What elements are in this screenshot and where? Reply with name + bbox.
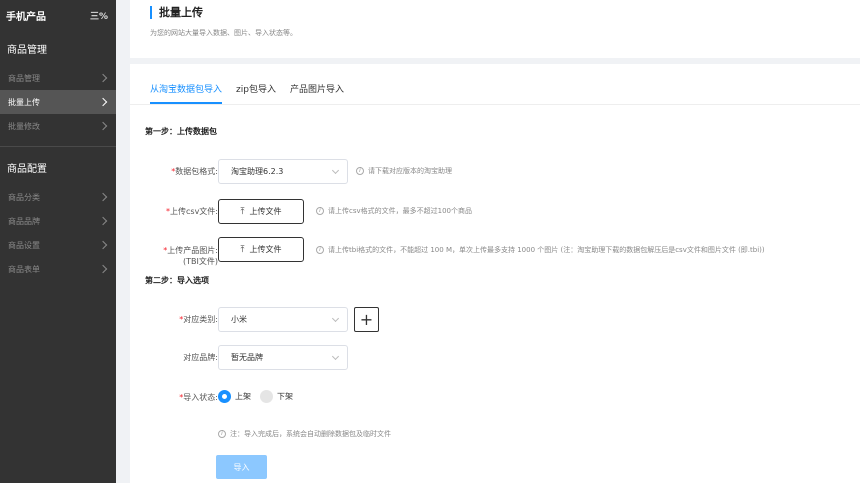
sidebar-item-label: 商品分类 — [8, 192, 40, 202]
page-title: 批量上传 — [150, 6, 203, 19]
csv-label: *上传csv文件: — [166, 207, 218, 216]
chevron-down-icon — [331, 314, 340, 323]
info-icon: i — [356, 167, 364, 175]
info-icon: i — [316, 207, 324, 215]
sidebar-item-label: 商品设置 — [8, 240, 40, 250]
chevron-right-icon — [98, 216, 108, 226]
radio-unchecked-icon — [260, 390, 273, 403]
category-label: *对应类别: — [179, 315, 218, 324]
info-icon: i — [218, 430, 226, 438]
status-radio-off[interactable]: 下架 — [260, 390, 293, 403]
tabs-divider — [130, 104, 860, 105]
category-select-value: 小米 — [231, 315, 247, 324]
sidebar-item-label: 商品表单 — [8, 264, 40, 274]
chevron-down-icon — [331, 166, 340, 175]
chevron-down-icon — [331, 352, 340, 361]
chevron-right-icon — [98, 192, 108, 202]
sidebar-item-category[interactable]: 商品分类 — [0, 185, 116, 209]
tbi-label: *上传产品图片: (TBI文件) — [163, 246, 218, 266]
brand-select-value: 暂无品牌 — [231, 353, 263, 362]
page-header: 批量上传 为您的网站大量导入数据、图片、导入状态等。 — [130, 0, 860, 58]
sidebar-item-batch-upload[interactable]: 批量上传 — [0, 90, 116, 114]
sidebar: 手机产品 三% 商品管理 商品管理 批量上传 批量修改 商品配置 商品分类 商品… — [0, 0, 116, 483]
sidebar-item-label: 批量上传 — [8, 97, 40, 107]
upload-tbi-button[interactable]: ⤒ 上传文件 — [218, 237, 304, 262]
step1-title: 第一步：上传数据包 — [145, 127, 217, 136]
sidebar-item-form[interactable]: 商品表单 — [0, 257, 116, 281]
sidebar-divider — [0, 146, 116, 147]
import-note: i 注：导入完成后，系统会自动删除数据包及临时文件 — [218, 429, 391, 439]
sidebar-item-label: 商品品牌 — [8, 216, 40, 226]
format-select[interactable]: 淘宝助理6.2.3 — [218, 159, 348, 184]
chevron-right-icon — [98, 73, 108, 83]
radio-checked-icon — [218, 390, 231, 403]
brand-label: 对应品牌: — [183, 353, 218, 362]
csv-hint: i 请上传csv格式的文件，最多不超过100个商品 — [316, 206, 472, 216]
main-panel: 从淘宝数据包导入 zip包导入 产品图片导入 第一步：上传数据包 *数据包格式:… — [130, 64, 860, 483]
status-label: *导入状态: — [179, 393, 218, 402]
sidebar-group-goods-management: 商品管理 — [7, 44, 47, 56]
brand-select[interactable]: 暂无品牌 — [218, 345, 348, 370]
add-category-button[interactable]: + — [354, 307, 379, 332]
tab-bar: 从淘宝数据包导入 zip包导入 产品图片导入 — [150, 72, 344, 104]
upload-icon: ⤒ — [240, 244, 245, 255]
sidebar-item-batch-edit[interactable]: 批量修改 — [0, 114, 116, 138]
format-select-value: 淘宝助理6.2.3 — [231, 167, 284, 176]
sidebar-header: 手机产品 三% — [0, 0, 116, 30]
page-subtitle: 为您的网站大量导入数据、图片、导入状态等。 — [150, 29, 297, 37]
status-radio-on[interactable]: 上架 — [218, 390, 251, 403]
info-icon: i — [316, 246, 324, 254]
sidebar-item-label: 批量修改 — [8, 121, 40, 131]
tab-image-import[interactable]: 产品图片导入 — [290, 72, 344, 104]
sidebar-item-goods-management[interactable]: 商品管理 — [0, 66, 116, 90]
chevron-right-icon — [98, 240, 108, 250]
tbi-hint: i 请上传tbi格式的文件，不能超过 100 M，单次上传最多支持 1000 个… — [316, 245, 765, 255]
sidebar-item-settings[interactable]: 商品设置 — [0, 233, 116, 257]
upload-csv-button[interactable]: ⤒ 上传文件 — [218, 199, 304, 224]
chevron-right-icon — [98, 121, 108, 131]
sidebar-title: 手机产品 — [6, 11, 46, 23]
format-label: *数据包格式: — [171, 167, 218, 176]
chevron-right-icon — [98, 264, 108, 274]
import-button[interactable]: 导入 — [216, 455, 267, 479]
step2-title: 第二步：导入选项 — [145, 276, 209, 285]
sidebar-group-goods-config: 商品配置 — [7, 163, 47, 175]
sidebar-item-label: 商品管理 — [8, 73, 40, 83]
category-select[interactable]: 小米 — [218, 307, 348, 332]
sidebar-item-brand[interactable]: 商品品牌 — [0, 209, 116, 233]
chevron-right-icon — [98, 97, 108, 107]
format-hint: i 请下载对应版本的淘宝助理 — [356, 166, 452, 176]
upload-icon: ⤒ — [240, 206, 245, 217]
tab-zip-import[interactable]: zip包导入 — [236, 72, 276, 104]
tab-taobao-import[interactable]: 从淘宝数据包导入 — [150, 72, 223, 104]
menu-toggle-icon[interactable]: 三% — [90, 9, 108, 22]
